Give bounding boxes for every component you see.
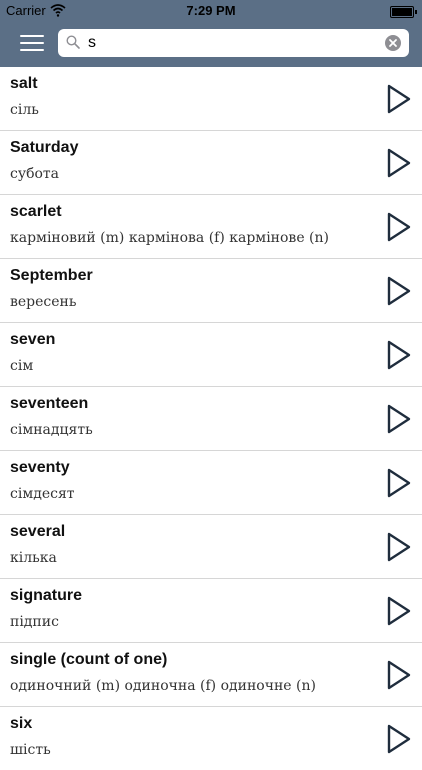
- translation-label: субота: [10, 166, 60, 182]
- list-item[interactable]: signature підпис: [0, 579, 422, 643]
- word-label: Saturday: [10, 139, 79, 156]
- translation-label: вересень: [10, 294, 77, 310]
- word-label: signature: [10, 587, 83, 604]
- word-label: salt: [10, 75, 38, 92]
- translation-label: шість: [10, 742, 51, 758]
- play-icon[interactable]: [386, 148, 412, 178]
- list-item[interactable]: single (count of one) одиночний (m) один…: [0, 643, 422, 707]
- translation-label: кілька: [10, 550, 57, 566]
- list-item[interactable]: salt сіль: [0, 67, 422, 131]
- word-list: salt сіль Saturday субота scarlet кармін…: [0, 67, 422, 770]
- play-icon[interactable]: [386, 84, 412, 114]
- word-label: several: [10, 523, 66, 540]
- word-label: September: [10, 267, 93, 284]
- search-input[interactable]: s: [88, 33, 96, 53]
- status-time: 7:29 PM: [186, 3, 236, 18]
- play-icon[interactable]: [386, 276, 412, 306]
- hamburger-icon: [20, 35, 44, 37]
- translation-label: сімнадцять: [10, 422, 93, 438]
- word-label: seven: [10, 331, 56, 348]
- list-item[interactable]: scarlet карміновий (m) кармінова (f) кар…: [0, 195, 422, 259]
- clear-search-button[interactable]: [385, 35, 401, 51]
- play-icon[interactable]: [386, 532, 412, 562]
- close-icon: [389, 39, 397, 47]
- list-item[interactable]: Saturday субота: [0, 131, 422, 195]
- translation-label: сімдесят: [10, 486, 75, 502]
- translation-label: карміновий (m) кармінова (f) кармінове (…: [10, 230, 329, 246]
- menu-button[interactable]: [20, 33, 44, 53]
- word-label: six: [10, 715, 33, 732]
- translation-label: сім: [10, 358, 34, 374]
- list-item[interactable]: six шість: [0, 707, 422, 770]
- search-field[interactable]: s: [58, 29, 409, 57]
- play-icon[interactable]: [386, 404, 412, 434]
- translation-label: підпис: [10, 614, 59, 630]
- search-icon: [66, 35, 80, 49]
- list-item[interactable]: seven сім: [0, 323, 422, 387]
- translation-label: сіль: [10, 102, 39, 118]
- list-item[interactable]: seventy сімдесят: [0, 451, 422, 515]
- battery-icon: [390, 6, 417, 18]
- word-label: seventy: [10, 459, 70, 476]
- play-icon[interactable]: [386, 596, 412, 626]
- list-item[interactable]: seventeen сімнадцять: [0, 387, 422, 451]
- play-icon[interactable]: [386, 340, 412, 370]
- word-label: scarlet: [10, 203, 62, 220]
- play-icon[interactable]: [386, 212, 412, 242]
- word-label: single (count of one): [10, 651, 168, 668]
- nav-header: Carrier 7:29 PM s: [0, 0, 422, 67]
- list-item[interactable]: September вересень: [0, 259, 422, 323]
- play-icon[interactable]: [386, 468, 412, 498]
- word-label: seventeen: [10, 395, 89, 412]
- list-item[interactable]: several кілька: [0, 515, 422, 579]
- translation-label: одиночний (m) одиночна (f) одиночне (n): [10, 678, 316, 694]
- status-bar: Carrier 7:29 PM: [0, 0, 422, 22]
- play-icon[interactable]: [386, 660, 412, 690]
